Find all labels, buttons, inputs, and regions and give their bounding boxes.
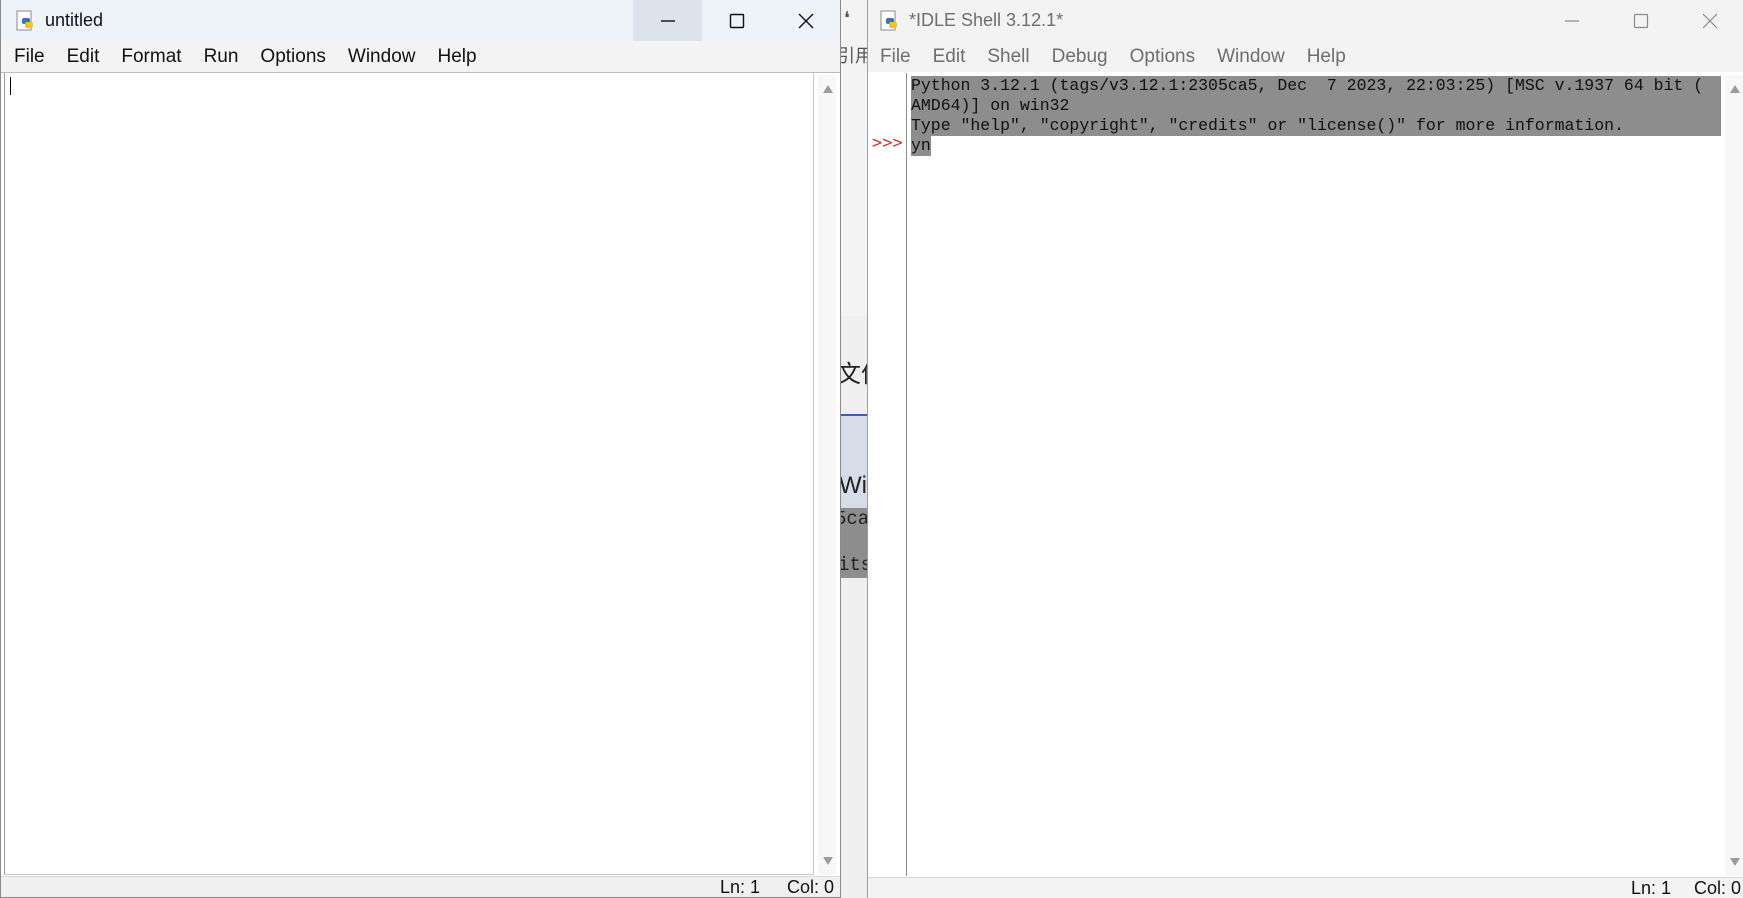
menu-options[interactable]: Options: [1119, 43, 1206, 71]
editor-window-controls: [633, 0, 840, 41]
shell-window: *IDLE Shell 3.12.1* File Edit Shell Debu…: [867, 0, 1743, 898]
menu-window[interactable]: Window: [1206, 43, 1296, 71]
menu-run[interactable]: Run: [193, 43, 250, 71]
close-icon: [1702, 13, 1717, 28]
background-window-strip: ❛ 引用 文件 Wir 5ca its: [841, 0, 868, 898]
shell-prompt: >>>: [872, 133, 903, 153]
maximize-icon: [729, 13, 744, 28]
editor-window: untitled File Edit Format Run Options Wi…: [0, 0, 841, 898]
bg-peek-text: 文件: [841, 361, 868, 388]
close-icon: [798, 13, 813, 28]
status-line: Ln: 1: [719, 877, 760, 897]
shell-prompt-gutter: >>>: [868, 73, 907, 876]
scroll-up-arrow-icon[interactable]: [1730, 85, 1740, 93]
status-line: Ln: 1: [1630, 878, 1671, 898]
text-caret: [10, 77, 11, 95]
minimize-icon: [1564, 19, 1579, 22]
editor-text-area[interactable]: [4, 73, 814, 875]
maximize-button[interactable]: [1606, 0, 1675, 41]
minimize-icon: [660, 19, 675, 22]
scroll-down-arrow-icon[interactable]: [1730, 858, 1740, 866]
shell-title: *IDLE Shell 3.12.1*: [909, 10, 1064, 30]
editor-title: untitled: [45, 10, 104, 30]
shell-menubar: File Edit Shell Debug Options Window Hel…: [868, 41, 1743, 72]
menu-file[interactable]: File: [1, 43, 56, 71]
shell-input-text[interactable]: yn: [911, 136, 931, 156]
editor-menubar: File Edit Format Run Options Window Help: [1, 41, 840, 73]
output-line: Python 3.12.1 (tags/v3.12.1:2305ca5, Dec…: [911, 76, 1721, 96]
menu-file[interactable]: File: [868, 43, 922, 71]
maximize-icon: [1633, 13, 1648, 28]
output-line: Type "help", "copyright", "credits" or "…: [911, 116, 1721, 136]
shell-scrollbar[interactable]: [1725, 75, 1743, 876]
shell-output-area[interactable]: Python 3.12.1 (tags/v3.12.1:2305ca5, Dec…: [907, 73, 1721, 876]
close-button[interactable]: [771, 0, 840, 41]
menu-shell[interactable]: Shell: [976, 43, 1040, 71]
menu-help[interactable]: Help: [1296, 43, 1357, 71]
shell-titlebar[interactable]: *IDLE Shell 3.12.1*: [868, 0, 1743, 41]
menu-options[interactable]: Options: [249, 43, 336, 71]
bg-peek-text: Wir: [841, 472, 868, 499]
minimize-button[interactable]: [1537, 0, 1606, 41]
bg-peek-text: its: [841, 554, 868, 576]
shell-window-controls: [1537, 0, 1743, 41]
close-button[interactable]: [1675, 0, 1743, 41]
bg-peek-glyph: ❛: [844, 8, 850, 28]
bg-peek-text: 5ca: [841, 508, 868, 530]
maximize-button[interactable]: [702, 0, 771, 41]
status-column: Col: 0: [786, 877, 834, 897]
bg-peek-text: 引用: [841, 46, 868, 66]
shell-statusbar: Ln: 1 Col: 0: [868, 877, 1743, 898]
shell-output[interactable]: Python 3.12.1 (tags/v3.12.1:2305ca5, Dec…: [907, 73, 1721, 156]
editor-scrollbar[interactable]: [818, 75, 836, 875]
menu-edit[interactable]: Edit: [922, 43, 977, 71]
menu-window[interactable]: Window: [337, 43, 427, 71]
scroll-down-arrow-icon[interactable]: [823, 857, 833, 865]
status-column: Col: 0: [1693, 878, 1741, 898]
python-file-icon: [880, 10, 897, 30]
menu-format[interactable]: Format: [110, 43, 192, 71]
output-line: AMD64)] on win32: [911, 96, 1721, 116]
menu-edit[interactable]: Edit: [56, 43, 111, 71]
menu-debug[interactable]: Debug: [1041, 43, 1119, 71]
scroll-up-arrow-icon[interactable]: [823, 85, 833, 93]
python-file-icon: [16, 10, 33, 30]
editor-titlebar[interactable]: untitled: [1, 0, 840, 41]
minimize-button[interactable]: [633, 0, 702, 41]
editor-statusbar: Ln: 1 Col: 0: [1, 876, 840, 897]
menu-help[interactable]: Help: [426, 43, 487, 71]
